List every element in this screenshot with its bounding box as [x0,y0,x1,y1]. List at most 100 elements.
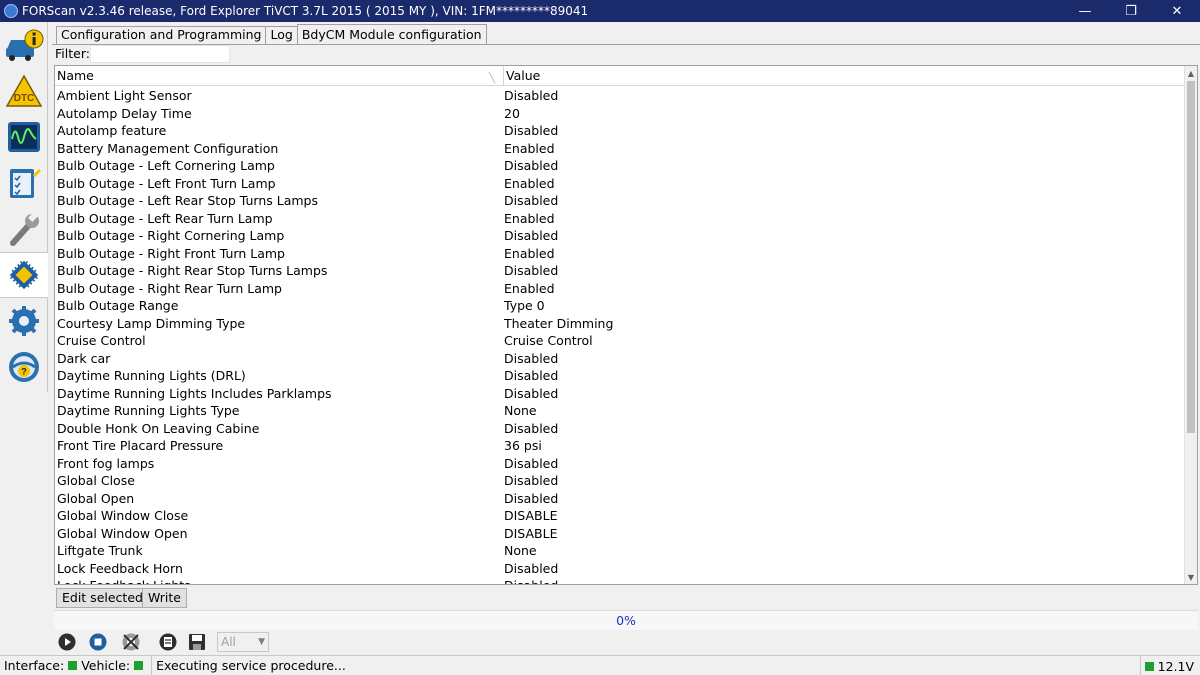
setting-value-cell: 36 psi [504,438,542,453]
load-button[interactable] [157,632,179,652]
setting-value-cell: Disabled [504,228,559,243]
setting-value-cell: Disabled [504,350,559,366]
table-row[interactable]: Autolamp Delay Time 20 [55,105,1185,123]
setting-name-cell: Bulb Outage - Right Rear Turn Lamp [57,280,282,296]
table-row[interactable]: Global Window Close DISABLE [55,507,1185,525]
table-row[interactable]: Autolamp feature Disabled [55,122,1185,140]
chip-icon [9,260,39,290]
table-row[interactable]: Dark car Disabled [55,350,1185,368]
save-icon [189,634,205,650]
table-row[interactable]: Daytime Running Lights Includes Parklamp… [55,385,1185,403]
table-row[interactable]: Front fog lamps Disabled [55,455,1185,473]
stop-button[interactable] [87,632,109,652]
table-row[interactable]: Cruise Control Cruise Control [55,332,1185,350]
table-row[interactable]: Bulb Outage - Left Rear Stop Turns Lamps… [55,192,1185,210]
setting-name-cell: Global Window Close [57,508,189,523]
sort-indicator-icon: ╲ [488,73,495,84]
setting-name-cell: Bulb Outage - Left Rear Turn Lamp [57,210,273,226]
setting-value-cell: Type 0 [504,298,545,313]
setting-name-cell: Front fog lamps [57,455,155,471]
scroll-up-arrow-icon[interactable]: ▲ [1185,66,1197,80]
run-button[interactable] [56,632,78,652]
save-button[interactable] [186,632,208,652]
setting-value-cell: Disabled [504,368,559,383]
table-row[interactable]: Bulb Outage - Right Rear Turn Lamp Enable… [55,280,1185,298]
table-row[interactable]: Bulb Outage - Left Cornering Lamp Disable… [55,157,1185,175]
filter-input[interactable] [90,45,230,63]
table-row[interactable]: Double Honk On Leaving Cabine Disabled [55,420,1185,438]
status-message: Executing service procedure... [156,658,346,673]
reset-button[interactable] [120,632,142,652]
setting-value-cell: Enabled [504,210,555,226]
setting-name-cell: Daytime Running Lights Type [57,403,240,418]
table-row[interactable]: Ambient Light Sensor Disabled [55,87,1185,105]
table-row[interactable]: Global Close Disabled [55,472,1185,490]
table-row[interactable]: Lock Feedback LightsDisabled [55,577,1185,584]
setting-value-cell: DISABLE [504,508,558,523]
table-row[interactable]: Battery Management Configuration Enabled [55,140,1185,158]
interface-label: Interface: [4,658,65,673]
wrench-icon [10,212,39,246]
table-row[interactable]: Bulb Outage - Left Front Turn Lamp Enable… [55,175,1185,193]
setting-name-cell: Global Window Open [57,525,188,541]
oscilloscope-button[interactable] [0,114,48,160]
configuration-button[interactable] [0,252,48,298]
vehicle-info-icon [6,29,44,61]
setting-name-cell: Double Honk On Leaving Cabine [57,420,260,436]
table-row[interactable]: Global Open Disabled [55,490,1185,508]
tab-configuration-and-programming[interactable]: Configuration and Programming [56,26,267,44]
setting-name-cell: Dark car [57,350,111,366]
table-row[interactable]: Liftgate Trunk None [55,542,1185,560]
help-icon: ? [9,352,39,382]
table-row[interactable]: Daytime Running Lights (DRL) Disabled [55,367,1185,385]
table-row[interactable]: Bulb Outage - Right Front Turn Lamp Enabl… [55,245,1185,263]
setting-value-cell: Disabled [504,263,559,278]
table-row[interactable]: Daytime Running Lights Type None [55,402,1185,420]
vehicle-led-icon [134,661,144,670]
settings-button[interactable] [0,298,48,344]
setting-name-cell: Bulb Outage - Left Rear Stop Turns Lamps [57,193,318,208]
setting-name-cell: Courtesy Lamp Dimming Type [57,315,246,331]
setting-value-cell: Disabled [504,158,559,173]
setting-value-cell: Disabled [504,473,559,488]
scroll-down-arrow-icon[interactable]: ▼ [1185,570,1197,584]
write-button[interactable]: Write [142,588,188,608]
setting-value-cell: Disabled [504,123,559,138]
vehicle-info-button[interactable] [0,22,48,68]
checklist-button[interactable] [0,160,48,206]
dtc-button[interactable]: DTC [0,68,48,114]
setting-name-cell: Autolamp feature [57,123,167,138]
table-row[interactable]: Bulb Outage - Left Rear Turn Lamp Enabled [55,210,1185,228]
tab-log[interactable]: Log [265,26,298,44]
table-row[interactable]: Front Tire Placard Pressure 36 psi [55,437,1185,455]
dtc-icon: DTC [5,74,43,107]
help-button[interactable]: ? [0,344,48,390]
maximize-button[interactable]: ❐ [1108,0,1154,22]
column-header-value[interactable]: Value [504,66,1185,86]
table-row[interactable]: Global Window Open DISABLE [55,525,1185,543]
status-bar: Interface: Vehicle: Executing service pr… [0,655,1200,675]
filter-mode-value: All [221,635,236,649]
setting-value-cell: Enabled [504,280,555,296]
table-row[interactable]: Courtesy Lamp Dimming Type Theater Dimmin… [55,315,1185,333]
tab-bdycm-module-configuration[interactable]: BdyCM Module configuration [296,24,487,44]
minimize-button[interactable]: — [1062,0,1108,22]
vertical-scrollbar[interactable]: ▲ ▼ [1184,66,1197,584]
play-icon [58,633,76,651]
scroll-thumb[interactable] [1187,81,1195,433]
close-button[interactable]: ✕ [1154,0,1200,22]
table-row[interactable]: Lock Feedback Horn Disabled [55,560,1185,578]
service-functions-button[interactable] [0,206,48,252]
setting-name-cell: Ambient Light Sensor [57,88,192,103]
checklist-icon [10,169,41,198]
app-logo-icon [4,4,18,18]
oscilloscope-icon [8,122,40,152]
table-row[interactable]: Bulb Outage Range Type 0 [55,297,1185,315]
table-body: Ambient Light Sensor Disabled Autolamp Del… [55,87,1185,584]
window-title: FORScan v2.3.46 release, Ford Explorer T… [22,4,589,18]
table-row[interactable]: Bulb Outage - Right Rear Stop Turns Lamp… [55,262,1185,280]
table-row[interactable]: Bulb Outage - Right Cornering Lamp Disabl… [55,227,1185,245]
column-header-name[interactable]: Name ╲ [55,66,504,86]
filter-mode-select[interactable]: All ▼ [217,632,269,652]
edit-selected-button[interactable]: Edit selected [56,588,149,608]
